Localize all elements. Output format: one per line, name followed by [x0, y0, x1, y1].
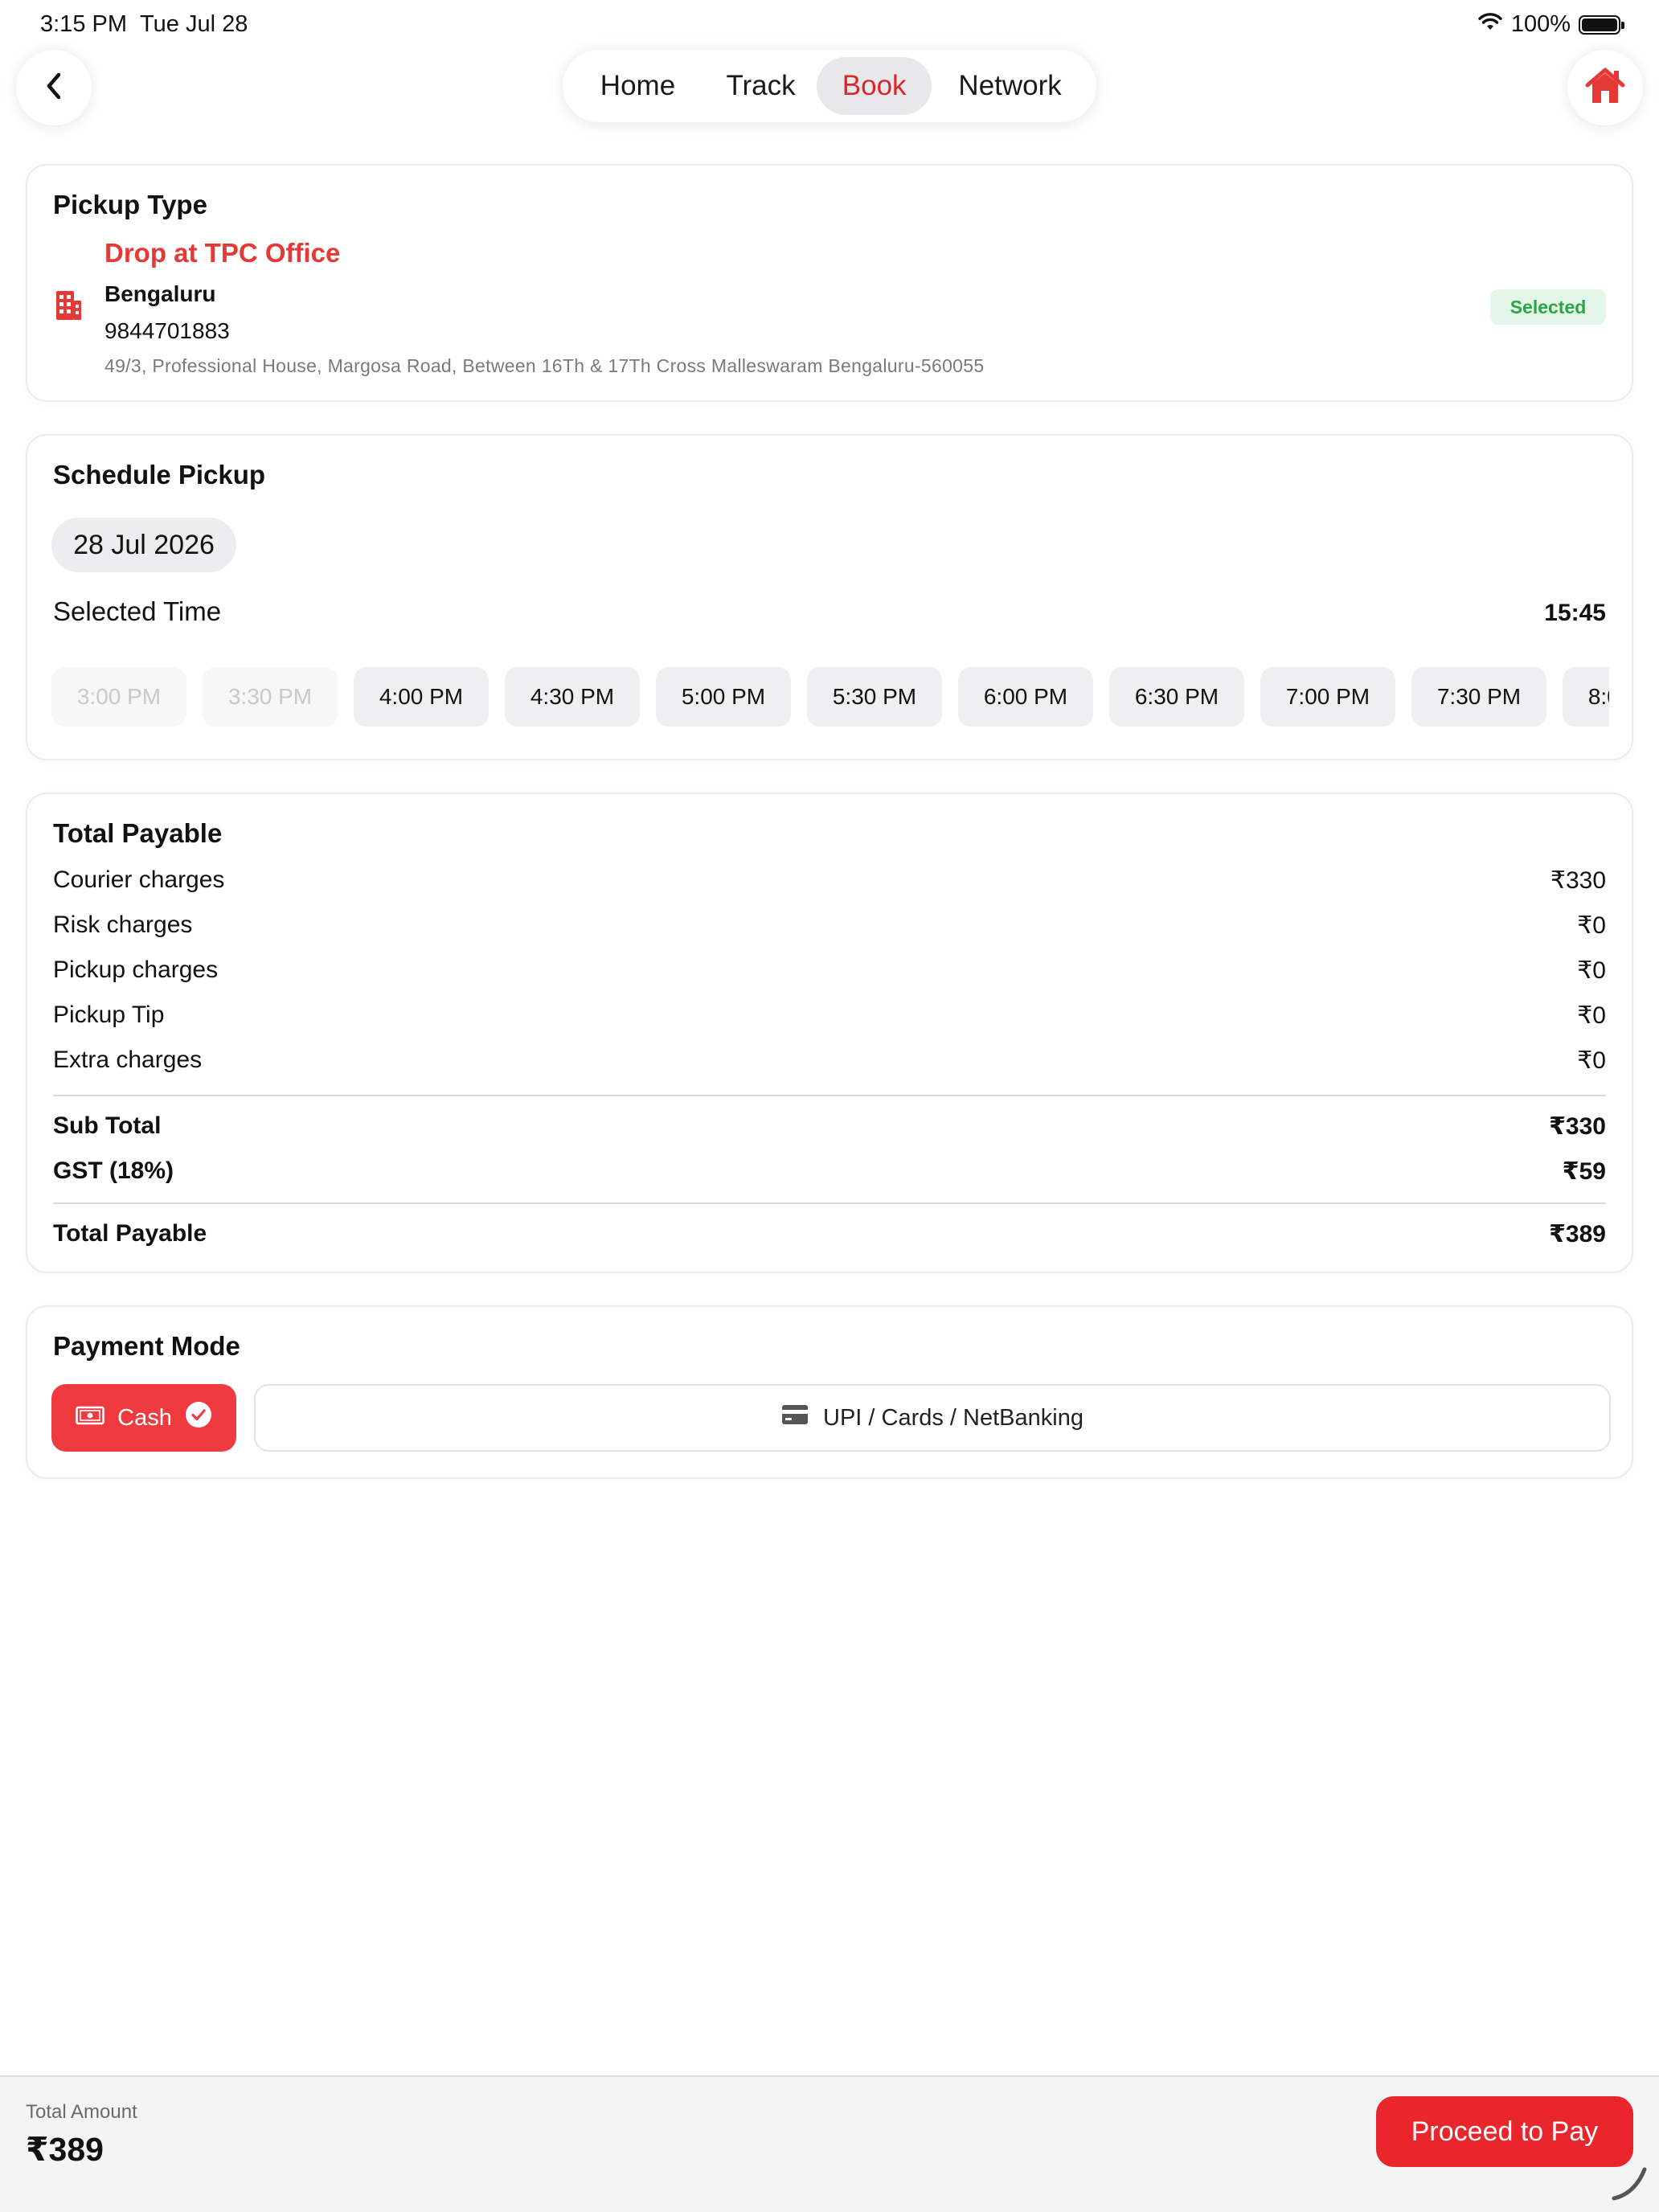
check-circle-icon [185, 1401, 212, 1435]
gst-row: GST (18%) ₹59 [53, 1157, 1606, 1186]
proceed-to-pay-button[interactable]: Proceed to Pay [1376, 2096, 1633, 2167]
bottom-summary-bar: Total Amount ₹389 Proceed to Pay [0, 2075, 1659, 2212]
time-slot[interactable]: 4:30 PM [505, 667, 640, 727]
charge-row: Risk charges ₹0 [53, 911, 1606, 940]
status-date: Tue Jul 28 [140, 11, 248, 37]
cash-icon [76, 1405, 104, 1432]
charge-row: Pickup Tip ₹0 [53, 1002, 1606, 1030]
charge-label: Pickup Tip [53, 1002, 165, 1028]
charge-value: ₹330 [1550, 867, 1606, 894]
total-label: Total Payable [53, 1220, 207, 1247]
back-button[interactable] [16, 50, 92, 125]
subtotal-label: Sub Total [53, 1112, 162, 1139]
charge-value: ₹0 [1577, 1047, 1606, 1074]
tab-track[interactable]: Track [705, 57, 817, 115]
total-payable-card: Total Payable Courier charges ₹330 Risk … [26, 793, 1633, 1273]
schedule-pickup-title: Schedule Pickup [53, 460, 266, 490]
online-payment-button[interactable]: UPI / Cards / NetBanking [254, 1384, 1611, 1452]
charge-value: ₹0 [1577, 957, 1606, 984]
wifi-icon [1477, 11, 1503, 38]
time-slot: 3:00 PM [51, 667, 186, 727]
home-icon [1584, 66, 1626, 110]
pickup-phone: 9844701883 [104, 318, 230, 343]
time-slot[interactable]: 7:00 PM [1260, 667, 1395, 727]
charge-value: ₹0 [1577, 912, 1606, 939]
status-time: 3:15 PM [40, 11, 127, 37]
date-picker-chip[interactable]: 28 Jul 2026 [51, 518, 236, 572]
selected-time-value: 15:45 [1544, 600, 1606, 626]
total-row: Total Payable ₹389 [53, 1220, 1606, 1248]
time-slot[interactable]: 6:30 PM [1109, 667, 1244, 727]
time-slot[interactable]: 4:00 PM [354, 667, 489, 727]
time-slot[interactable]: 5:00 PM [656, 667, 791, 727]
charge-label: Pickup charges [53, 956, 219, 983]
tab-network[interactable]: Network [932, 57, 1088, 115]
payment-mode-title: Payment Mode [53, 1331, 240, 1361]
tab-book[interactable]: Book [817, 57, 932, 115]
charge-value: ₹0 [1577, 1002, 1606, 1029]
subtotal-value: ₹330 [1549, 1113, 1606, 1140]
tab-home[interactable]: Home [571, 57, 705, 115]
charge-label: Extra charges [53, 1047, 203, 1073]
pickup-type-card[interactable]: Pickup Type Drop at TPC Office Bengaluru… [26, 164, 1633, 402]
credit-card-icon [781, 1404, 809, 1432]
pickup-type-value: Drop at TPC Office [104, 238, 341, 268]
charge-label: Risk charges [53, 911, 193, 938]
status-bar: 3:15 PM Tue Jul 28 100% [0, 0, 1659, 51]
charge-row: Extra charges ₹0 [53, 1047, 1606, 1075]
total-amount-label: Total Amount [26, 2101, 137, 2123]
status-indicators: 100% [1477, 11, 1624, 38]
divider [53, 1095, 1606, 1096]
charge-row: Courier charges ₹330 [53, 866, 1606, 895]
cash-payment-button[interactable]: Cash [51, 1384, 236, 1452]
schedule-pickup-card: Schedule Pickup 28 Jul 2026 Selected Tim… [26, 434, 1633, 760]
total-payable-title: Total Payable [53, 818, 223, 848]
charge-row: Pickup charges ₹0 [53, 956, 1606, 985]
total-value: ₹389 [1549, 1221, 1606, 1247]
time-slot[interactable]: 5:30 PM [807, 667, 942, 727]
chevron-left-icon [42, 70, 66, 106]
total-amount-value: ₹389 [26, 2131, 104, 2168]
time-slot[interactable]: 7:30 PM [1411, 667, 1546, 727]
resize-handle-icon [1611, 2165, 1648, 2206]
pickup-type-title: Pickup Type [53, 190, 207, 219]
time-slot[interactable]: 6:00 PM [958, 667, 1093, 727]
home-button[interactable] [1567, 50, 1643, 125]
top-nav: Home Track Book Network [563, 50, 1096, 122]
gst-value: ₹59 [1562, 1158, 1606, 1185]
selected-time-label: Selected Time [53, 596, 222, 626]
time-slot[interactable]: 8:00 PM [1563, 667, 1609, 727]
battery-icon [1579, 14, 1624, 35]
time-slot: 3:30 PM [203, 667, 338, 727]
charge-label: Courier charges [53, 866, 225, 893]
pickup-address: 49/3, Professional House, Margosa Road, … [104, 355, 985, 376]
online-payment-label: UPI / Cards / NetBanking [823, 1404, 1083, 1431]
pickup-city: Bengaluru [104, 281, 216, 306]
cash-label: Cash [117, 1404, 172, 1431]
payment-mode-card: Payment Mode Cash UPI / Cards / NetBanki… [26, 1305, 1633, 1479]
time-slot-scroller[interactable]: 3:00 PM 3:30 PM 4:00 PM 4:30 PM 5:00 PM … [51, 667, 1609, 728]
battery-percent: 100% [1510, 11, 1571, 37]
selected-badge: Selected [1490, 289, 1606, 325]
gst-label: GST (18%) [53, 1157, 174, 1184]
building-icon [55, 289, 82, 326]
divider [53, 1202, 1606, 1204]
subtotal-row: Sub Total ₹330 [53, 1112, 1606, 1141]
